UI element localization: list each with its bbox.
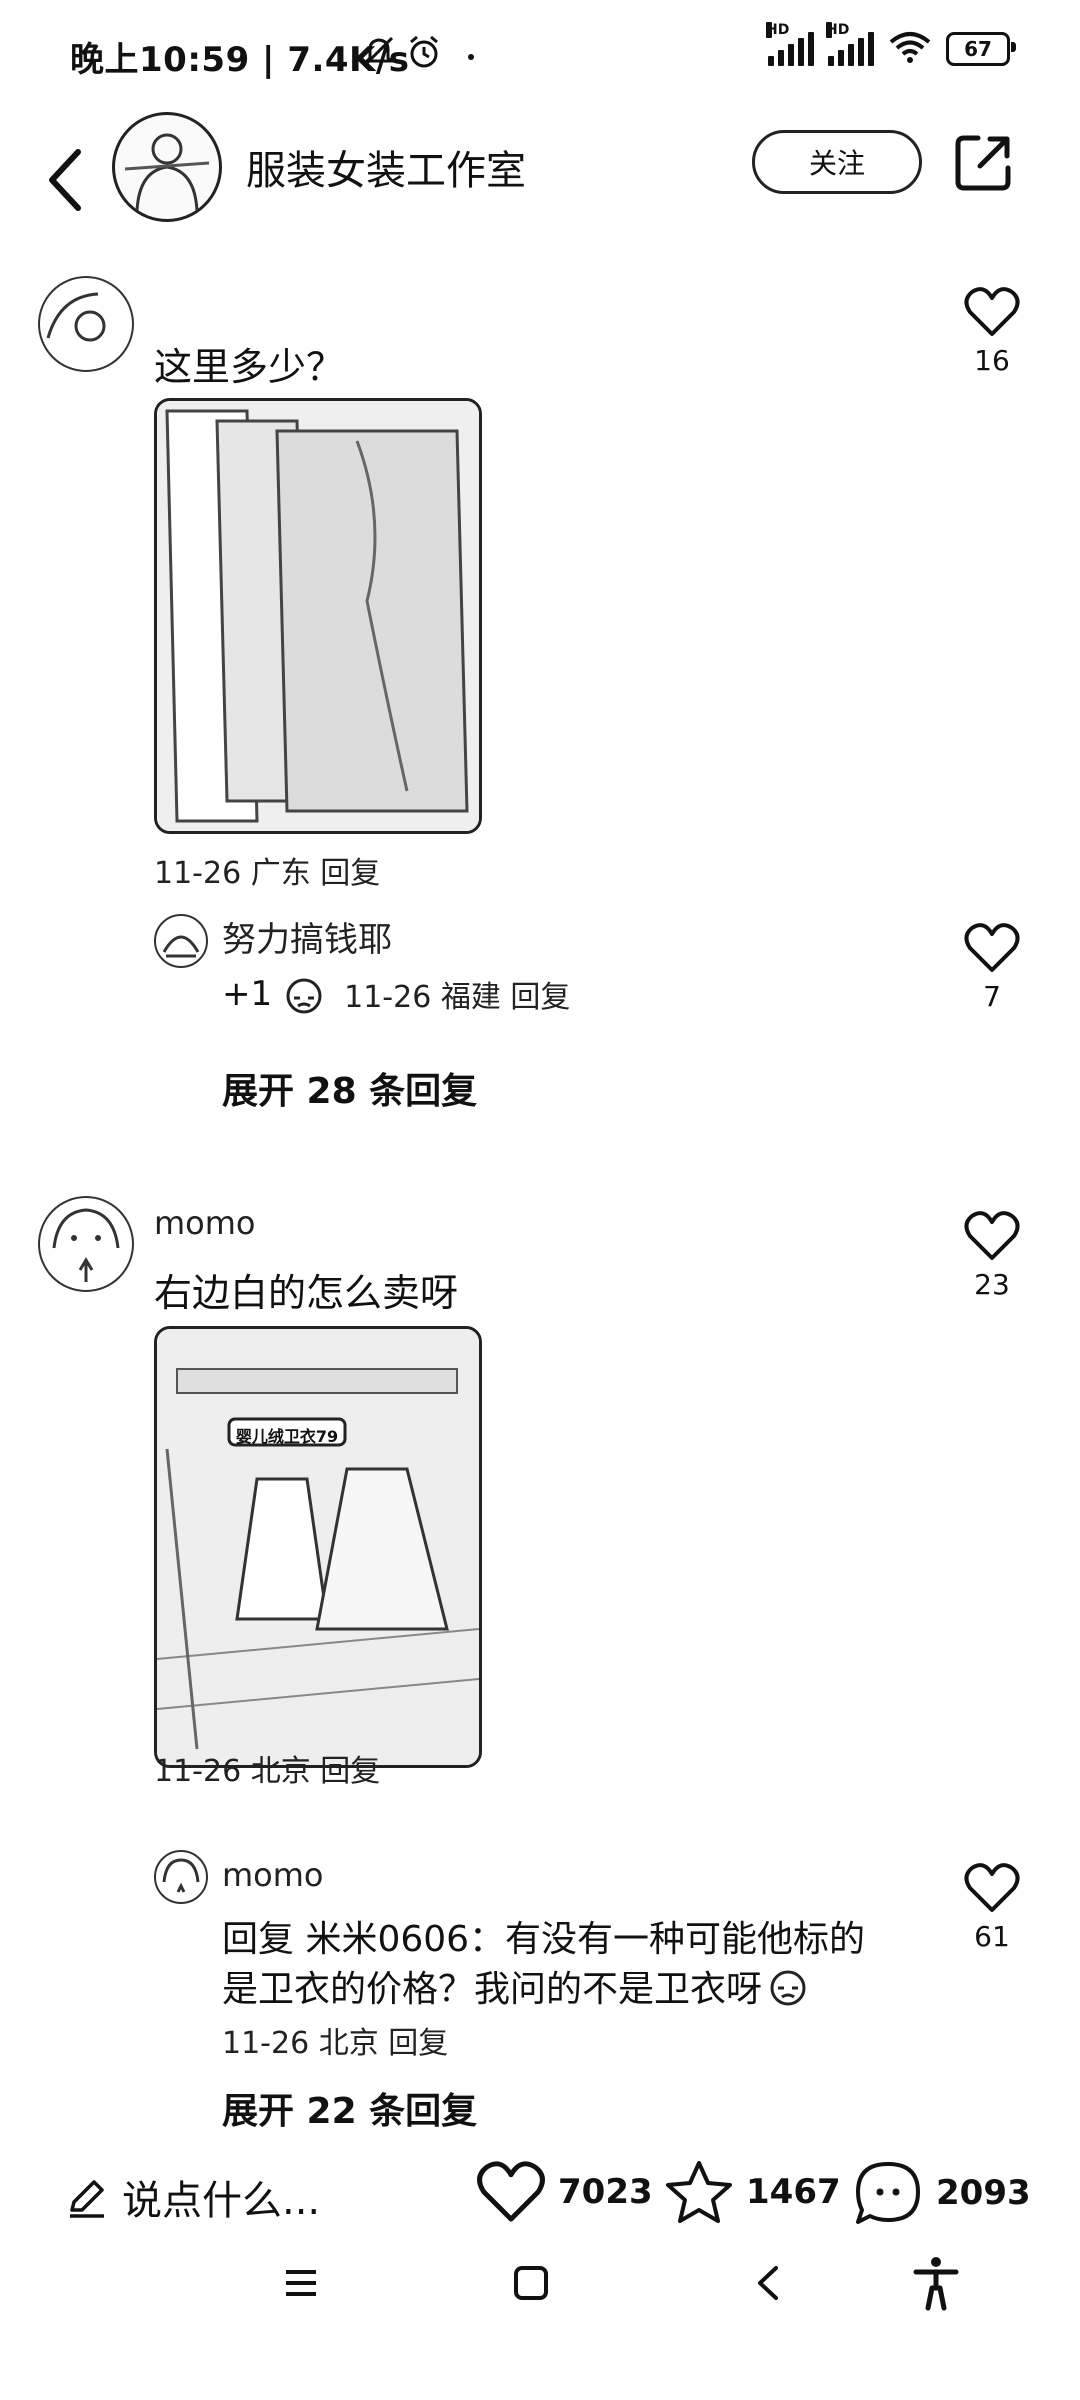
- back-nav-button[interactable]: [748, 2262, 790, 2308]
- star-icon: [666, 2161, 732, 2223]
- hd-label-2: HD: [826, 22, 850, 38]
- notification-dot: [468, 54, 474, 60]
- author-avatar[interactable]: [112, 112, 222, 222]
- back-button[interactable]: [38, 140, 108, 230]
- comment-text[interactable]: 这里多少？: [154, 336, 344, 391]
- menu-nav-button[interactable]: [280, 2262, 322, 2308]
- follow-button[interactable]: 关注: [752, 130, 922, 194]
- heart-icon: [964, 923, 1020, 972]
- pencil-icon: [70, 2180, 104, 2218]
- status-time-speed: 晚上10:59 | 7.4K/s: [70, 40, 410, 80]
- like-button[interactable]: 7023: [476, 2160, 653, 2224]
- reply-like-button[interactable]: 61: [952, 1862, 1032, 1953]
- like-count: 23: [974, 1268, 1010, 1301]
- comment-photo[interactable]: [154, 398, 482, 834]
- status-icons: HD HD 67: [766, 22, 1016, 68]
- reply-text-line2: 是卫衣的价格？我问的不是卫衣呀: [222, 1969, 763, 2010]
- favorite-button[interactable]: 1467: [664, 2158, 841, 2226]
- comment-meta[interactable]: 11-26 广东 回复: [154, 848, 380, 892]
- like-count: 7: [983, 980, 1001, 1013]
- like-count: 61: [974, 1920, 1010, 1953]
- home-square-icon: [514, 2266, 548, 2300]
- signal-icon: HD: [766, 22, 814, 66]
- commenter-avatar[interactable]: [38, 1196, 134, 1292]
- reply-text-line1[interactable]: 回复 米米0606：有没有一种可能他标的: [222, 1910, 865, 1962]
- chevron-left-icon: [49, 149, 81, 211]
- comment-like-button[interactable]: 23: [952, 1210, 1032, 1301]
- hd-label: HD: [766, 22, 790, 38]
- commenter-name[interactable]: momo: [154, 1204, 256, 1242]
- emoji-icon: [770, 1970, 806, 2006]
- accessibility-button[interactable]: [910, 2254, 962, 2316]
- reply-text: +1: [222, 974, 273, 1014]
- emoji-icon: [286, 978, 322, 1014]
- reply-avatar[interactable]: [154, 914, 208, 968]
- reply-name[interactable]: momo: [222, 1856, 324, 1894]
- reply-like-button[interactable]: 7: [952, 922, 1032, 1013]
- expand-replies[interactable]: 展开 22 条回复: [222, 2082, 477, 2134]
- share-icon: [955, 135, 1011, 191]
- comment-meta[interactable]: 11-26 北京 回复: [154, 1746, 380, 1790]
- menu-icon: [286, 2270, 316, 2296]
- expand-replies[interactable]: 展开 28 条回复: [222, 1062, 477, 1114]
- mute-icon: [362, 34, 396, 72]
- accessibility-icon: [913, 2257, 959, 2311]
- reply-avatar[interactable]: [154, 1850, 208, 1904]
- like-count: 16: [974, 344, 1010, 377]
- like-total: 7023: [558, 2172, 653, 2212]
- commenter-avatar[interactable]: [38, 276, 134, 372]
- photo-sign-text: 婴儿绒卫衣79: [235, 1427, 339, 1446]
- favorite-total: 1467: [746, 2172, 841, 2212]
- input-placeholder: 说点什么...: [122, 2178, 321, 2224]
- comment-photo[interactable]: 婴儿绒卫衣79: [154, 1326, 482, 1768]
- battery-indicator: 67: [946, 32, 1016, 66]
- back-triangle-icon: [758, 2266, 778, 2300]
- alarm-icon: [406, 34, 442, 74]
- reply-name[interactable]: 努力搞钱耶: [222, 912, 392, 961]
- heart-icon: [964, 287, 1020, 336]
- reply-meta: 11-26 福建 回复: [344, 980, 571, 1015]
- home-nav-button[interactable]: [510, 2262, 552, 2308]
- comment-input[interactable]: 说点什么...: [66, 2168, 320, 2226]
- wifi-icon: [888, 30, 932, 68]
- reply-meta[interactable]: 11-26 北京 回复: [222, 2018, 448, 2062]
- comments-total: 2093: [936, 2173, 1031, 2213]
- status-bar: 晚上10:59 | 7.4K/s HD HD 67: [0, 0, 1080, 120]
- reply-text-line2-row[interactable]: 是卫衣的价格？我问的不是卫衣呀: [222, 1960, 810, 2012]
- reply-body[interactable]: +1 11-26 福建 回复: [222, 972, 570, 1016]
- comments-button[interactable]: 2093: [852, 2158, 1031, 2228]
- heart-icon: [477, 2161, 545, 2222]
- chat-bubble-icon: [856, 2162, 920, 2224]
- heart-icon: [964, 1211, 1020, 1260]
- comment-like-button[interactable]: 16: [952, 286, 1032, 377]
- page-title[interactable]: 服装女装工作室: [246, 138, 526, 196]
- heart-icon: [964, 1863, 1020, 1912]
- signal-icon-2: HD: [826, 22, 874, 66]
- comment-text[interactable]: 右边白的怎么卖呀: [154, 1262, 458, 1317]
- share-button[interactable]: [950, 130, 1016, 196]
